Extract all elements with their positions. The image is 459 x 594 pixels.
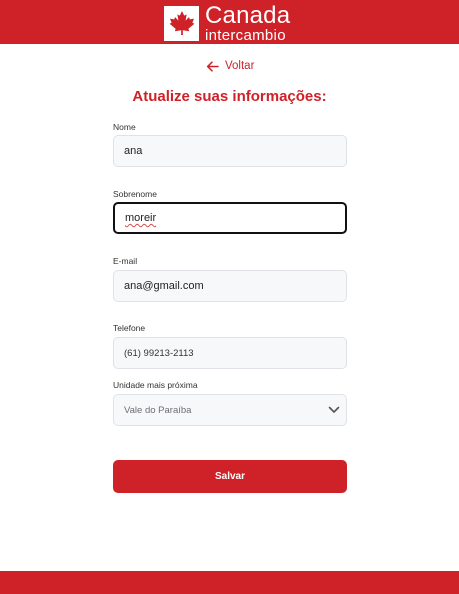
back-link[interactable]: Voltar xyxy=(206,58,254,74)
save-button[interactable]: Salvar xyxy=(113,460,347,493)
telefone-value: (61) 99213-2113 xyxy=(124,347,194,359)
sobrenome-label: Sobrenome xyxy=(113,189,157,199)
sobrenome-value: moreir xyxy=(125,212,157,224)
telefone-input[interactable]: (61) 99213-2113 xyxy=(113,337,347,369)
brand-subtitle: intercambio xyxy=(205,26,286,44)
chevron-down-icon xyxy=(328,406,340,413)
sobrenome-input[interactable]: moreir xyxy=(113,202,347,234)
brand-logo[interactable]: Canada intercambio xyxy=(164,1,291,44)
maple-leaf-icon xyxy=(164,5,199,41)
email-input[interactable]: ana@gmail.com xyxy=(113,270,347,302)
email-value: ana@gmail.com xyxy=(124,280,204,292)
brand-name: Canada intercambio xyxy=(205,1,291,44)
brand-title: Canada xyxy=(205,1,291,29)
footer-bar xyxy=(0,571,459,594)
nome-label: Nome xyxy=(113,122,136,132)
email-label: E-mail xyxy=(113,256,138,266)
header-bar: Canada intercambio xyxy=(0,0,459,44)
unidade-select[interactable]: Vale do Paraíba xyxy=(113,394,347,426)
arrow-left-icon xyxy=(206,60,219,72)
unidade-value: Vale do Paraíba xyxy=(124,404,192,416)
nome-input[interactable]: ana xyxy=(113,135,347,167)
back-link-label: Voltar xyxy=(225,60,255,72)
telefone-label: Telefone xyxy=(113,323,146,333)
page-title: Atualize suas informações: xyxy=(132,88,327,105)
unidade-label: Unidade mais próxima xyxy=(113,380,198,390)
nome-value: ana xyxy=(124,145,143,157)
